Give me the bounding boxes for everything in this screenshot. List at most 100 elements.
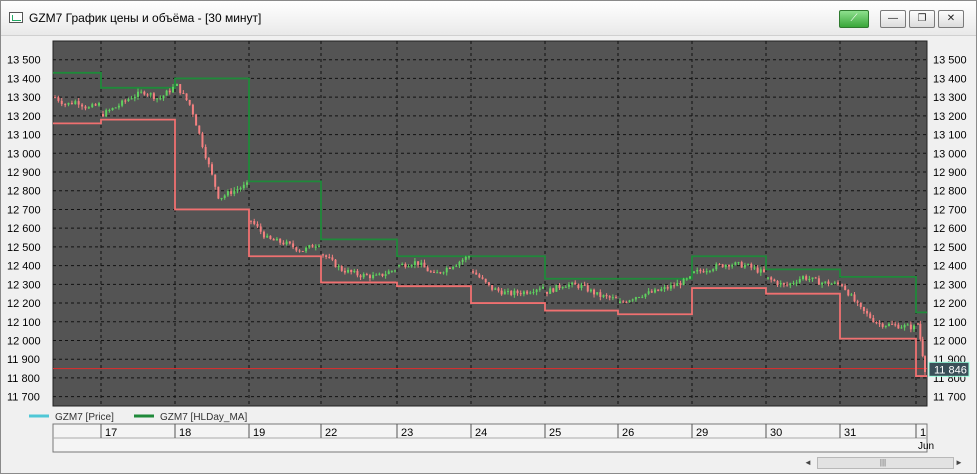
candle-body [84, 106, 87, 109]
legend-hlday-label: GZM7 [HLDay_MA] [160, 412, 247, 423]
candle-body [906, 324, 909, 326]
candle-body [571, 282, 574, 285]
candle-body [146, 94, 149, 96]
candle-body [792, 283, 795, 285]
y-tick-label-left: 11 700 [7, 392, 40, 404]
candle-body [288, 241, 291, 244]
candle-body [314, 246, 317, 248]
candle-body [767, 277, 769, 279]
candle-body [448, 267, 451, 269]
scroll-thumb[interactable]: ||| [870, 459, 896, 467]
candle-body [433, 271, 435, 273]
scroll-left-icon[interactable]: ◄ [804, 458, 816, 468]
candle-body [593, 289, 596, 295]
candle-body [705, 271, 708, 273]
candle-body [773, 279, 776, 282]
candle-body [734, 262, 737, 265]
candle-body [564, 286, 567, 288]
candle-body [841, 284, 843, 286]
candle-body [87, 107, 90, 109]
price-chart[interactable]: 13 500 13 500 13 400 13 400 13 300 13 300 13 2… [1, 36, 976, 456]
candle-body [162, 95, 165, 99]
y-tick-label-left: 12 500 [7, 242, 41, 254]
candle-body [605, 295, 608, 297]
candle-body [195, 114, 198, 126]
status-indicator-icon[interactable]: ⟋ [839, 10, 869, 28]
candle-body [699, 270, 702, 272]
y-tick-label-right: 12 800 [933, 186, 967, 198]
candle-body [830, 283, 833, 285]
y-tick-label-right: 12 500 [933, 242, 967, 254]
candle-body [786, 284, 789, 286]
candle-body [921, 339, 924, 357]
candle-body [743, 265, 746, 268]
candle-body [394, 270, 396, 272]
candle-body [567, 284, 570, 287]
candle-body [114, 107, 117, 109]
candle-body [176, 84, 178, 86]
candle-body [311, 245, 314, 248]
candle-body [464, 256, 467, 260]
close-button[interactable]: ✕ [938, 10, 964, 28]
candle-body [413, 261, 416, 266]
x-tick-label: 19 [253, 427, 265, 439]
candle-body [696, 270, 699, 272]
candle-body [628, 300, 631, 303]
candle-body [256, 223, 259, 227]
candle-body [795, 282, 798, 284]
candle-body [426, 267, 429, 272]
title-bar[interactable]: GZM7 График цены и объёма - [30 минут] ⟋… [1, 1, 976, 36]
y-tick-label-right: 12 700 [933, 204, 967, 216]
y-tick-label-left: 11 800 [7, 373, 40, 385]
minimize-button[interactable]: — [880, 10, 906, 28]
candle-body [111, 108, 114, 111]
candle-body [577, 284, 580, 288]
candle-body [657, 289, 660, 291]
candle-body [500, 290, 503, 295]
candle-body [894, 324, 897, 326]
candle-body [94, 104, 97, 106]
candle-body [442, 272, 445, 274]
candle-body [526, 291, 529, 294]
candle-body [619, 301, 621, 304]
candle-body [721, 264, 724, 268]
x-tick-label: 1 [920, 427, 926, 439]
candle-body [532, 292, 535, 294]
candle-body [715, 264, 718, 270]
candle-body [77, 101, 80, 105]
candle-body [455, 265, 458, 267]
candle-body [468, 256, 470, 258]
candle-body [350, 269, 353, 273]
candle-body [331, 257, 334, 260]
candle-body [561, 287, 564, 289]
candle-body [900, 327, 903, 329]
horizontal-scrollbar[interactable]: ◄ ||| ► [804, 457, 963, 469]
candle-body [631, 299, 634, 301]
candle-body [292, 243, 295, 248]
candle-body [484, 278, 487, 283]
scroll-right-icon[interactable]: ► [955, 458, 967, 468]
candle-body [420, 262, 423, 265]
candle-body [452, 266, 455, 269]
candle-body [185, 93, 188, 100]
candle-body [478, 274, 481, 278]
candle-body [362, 274, 365, 278]
candle-body [272, 238, 275, 241]
maximize-button[interactable]: ❐ [909, 10, 935, 28]
candle-body [507, 291, 509, 293]
candle-body [182, 92, 185, 94]
candle-body [602, 295, 605, 297]
candle-body [226, 191, 229, 196]
candle-body [372, 275, 375, 279]
candle-body [64, 104, 67, 106]
candle-body [140, 91, 143, 93]
candle-body [798, 279, 801, 283]
y-tick-label-right: 13 000 [933, 148, 967, 160]
candle-body [647, 291, 650, 294]
candle-body [230, 191, 233, 194]
candle-body [253, 221, 256, 224]
y-tick-label-left: 13 000 [7, 148, 41, 160]
candle-body [824, 281, 827, 283]
candle-body [663, 287, 666, 290]
candle-body [644, 293, 647, 297]
